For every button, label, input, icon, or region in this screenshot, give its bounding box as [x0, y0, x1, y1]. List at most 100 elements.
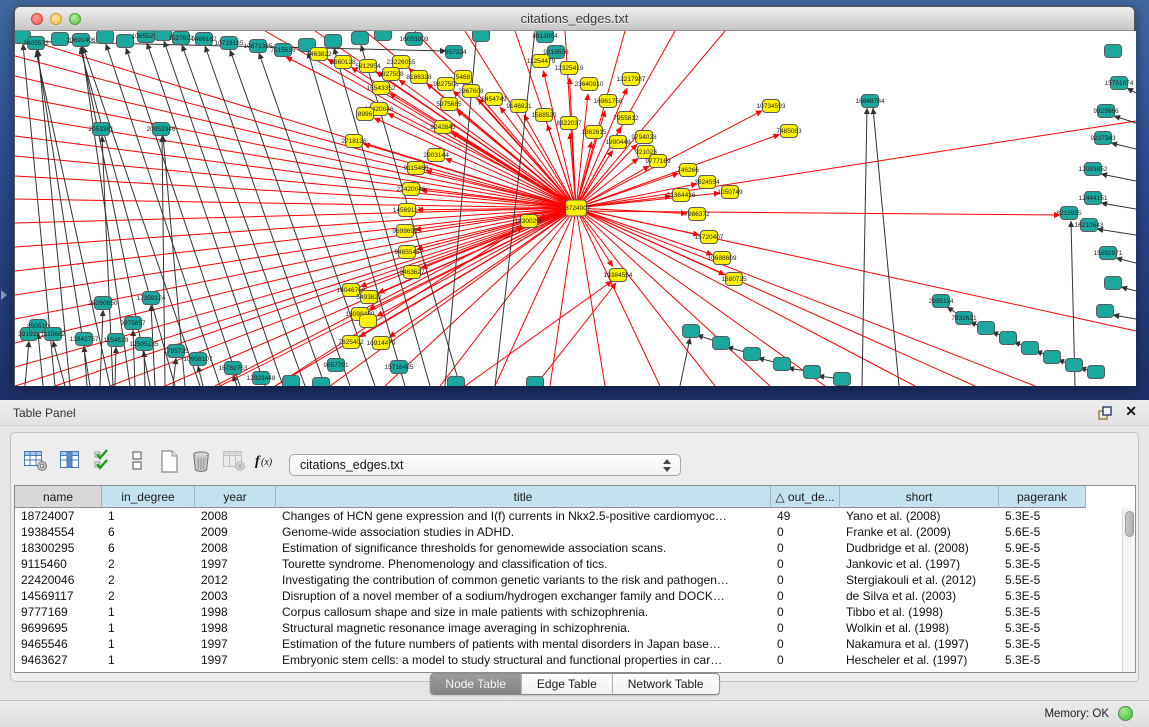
table-cell: 2 [102, 556, 195, 572]
graph-node[interactable] [834, 373, 851, 386]
graph-edge[interactable] [1127, 88, 1136, 93]
graph-edge[interactable] [1097, 229, 1136, 235]
column-header-year[interactable]: year [195, 486, 276, 508]
red-ray-edge[interactable] [576, 208, 1035, 386]
graph-edge[interactable] [873, 108, 899, 386]
select-all-icon[interactable] [93, 449, 119, 473]
table-row[interactable]: 1456911722003Disruption of a novel membe… [15, 588, 1086, 604]
graph-node[interactable] [683, 325, 700, 338]
table-row[interactable]: 1830029562008Estimation of significance … [15, 540, 1086, 556]
graph-node[interactable] [1088, 366, 1105, 379]
graph-node[interactable] [804, 366, 821, 379]
table-cell: 1997 [195, 556, 276, 572]
graph-edge[interactable] [680, 338, 690, 386]
red-ray-edge[interactable] [576, 208, 660, 386]
graph-edge[interactable] [144, 351, 145, 386]
graph-edge[interactable] [465, 281, 612, 386]
table-row[interactable]: 977716911998Corpus callosum shape and si… [15, 604, 1086, 620]
table-row[interactable]: 2242004622012Investigating the contribut… [15, 572, 1086, 588]
graph-node[interactable] [97, 31, 114, 44]
table-row[interactable]: 911546021997Tourette syndrome. Phenomeno… [15, 556, 1086, 572]
table-cell: 0 [771, 540, 840, 556]
tab-node-table[interactable]: Node Table [430, 674, 521, 694]
graph-edge[interactable] [215, 227, 523, 386]
close-panel-icon[interactable]: ✕ [1125, 403, 1137, 420]
graph-node[interactable] [325, 35, 342, 48]
table-row[interactable]: 969969511998Structural magnetic resonanc… [15, 620, 1086, 636]
graph-edge[interactable] [1111, 143, 1136, 149]
tab-network-table[interactable]: Network Table [612, 674, 719, 694]
network-window-titlebar[interactable]: citations_edges.txt [15, 7, 1134, 31]
network-graph-canvas[interactable]: 2405572206914061065525715276029466162107… [15, 31, 1136, 386]
memory-status-indicator[interactable] [1118, 706, 1133, 721]
graph-edge[interactable] [862, 108, 867, 386]
graph-node[interactable] [527, 377, 544, 387]
column-header-title[interactable]: title [276, 486, 771, 508]
graph-edge[interactable] [115, 347, 116, 386]
delete-table-icon[interactable] [189, 449, 215, 473]
table-row[interactable]: 946362711997Embryonic stem cells: a mode… [15, 652, 1086, 668]
tab-edge-table[interactable]: Edge Table [521, 674, 612, 694]
graph-edge[interactable] [1121, 287, 1136, 291]
panel-collapse-arrow-icon[interactable] [1, 290, 7, 300]
graph-node[interactable] [1105, 277, 1122, 290]
graph-node-label: 16210643 [1075, 222, 1104, 229]
citation-edge[interactable] [452, 132, 576, 208]
red-ray-edge[interactable] [550, 208, 576, 386]
table-cell: Investigating the contribution of common… [276, 572, 771, 588]
red-ray-edge[interactable] [15, 208, 576, 343]
graph-node[interactable] [774, 358, 791, 371]
graph-node[interactable] [313, 378, 330, 387]
column-header-in_degree[interactable]: in_degree [102, 486, 195, 508]
graph-node[interactable] [283, 376, 300, 387]
show-columns-icon[interactable] [58, 449, 84, 473]
red-ray-edge[interactable] [15, 208, 576, 367]
graph-node[interactable] [1044, 351, 1061, 364]
table-vertical-scrollbar[interactable] [1122, 508, 1135, 672]
graph-edge[interactable] [535, 283, 616, 386]
table-row[interactable]: 1872400712008Changes of HCN gene express… [15, 508, 1086, 524]
scrollbar-thumb[interactable] [1125, 511, 1134, 537]
column-header-out_de[interactable]: △ out_de... [771, 486, 840, 508]
red-ray-edge[interactable] [576, 208, 605, 386]
red-ray-edge[interactable] [15, 96, 576, 208]
graph-node[interactable] [1022, 342, 1039, 355]
create-table-icon[interactable] [157, 449, 183, 473]
graph-node-label: 8186328 [406, 74, 432, 81]
table-cell: 1998 [195, 620, 276, 636]
graph-node[interactable] [375, 31, 392, 41]
graph-node[interactable] [713, 337, 730, 350]
graph-node-label: 10688609 [708, 255, 737, 262]
graph-node[interactable] [1066, 359, 1083, 372]
graph-node[interactable] [473, 31, 490, 42]
graph-edge[interactable] [100, 310, 103, 386]
table-mode-icon[interactable] [23, 449, 49, 473]
graph-edge[interactable] [1114, 116, 1136, 123]
graph-node[interactable] [744, 348, 761, 361]
column-header-pagerank[interactable]: pagerank [999, 486, 1086, 508]
graph-node[interactable] [448, 377, 465, 387]
float-panel-icon[interactable] [1097, 405, 1113, 421]
column-header-short[interactable]: short [840, 486, 999, 508]
graph-node[interactable] [1105, 45, 1122, 58]
red-ray-edge[interactable] [15, 208, 576, 271]
graph-node-label: 746266 [677, 167, 699, 174]
graph-node[interactable] [1097, 305, 1114, 318]
graph-node[interactable] [978, 322, 995, 335]
function-builder-icon[interactable]: f (x) [254, 449, 280, 473]
table-row[interactable]: 946554611997Estimation of the future num… [15, 636, 1086, 652]
graph-edge[interactable] [1101, 174, 1136, 181]
citation-edge[interactable] [576, 94, 588, 208]
graph-node[interactable] [352, 32, 369, 45]
graph-edge[interactable] [1116, 258, 1136, 263]
graph-edge[interactable] [1113, 315, 1136, 319]
table-select-dropdown[interactable]: citations_edges.txt [289, 454, 681, 476]
graph-edge[interactable] [580, 211, 1060, 215]
table-row[interactable]: 1938455462009Genome-wide association stu… [15, 524, 1086, 540]
graph-node[interactable] [360, 315, 377, 328]
cytoscape-desktop: citations_edges.txt 24055722069140610655… [0, 0, 1149, 400]
column-header-name[interactable]: name [15, 486, 102, 508]
graph-node[interactable] [1000, 332, 1017, 345]
graph-edge[interactable] [1101, 203, 1136, 209]
row-height-icon[interactable] [125, 449, 151, 473]
